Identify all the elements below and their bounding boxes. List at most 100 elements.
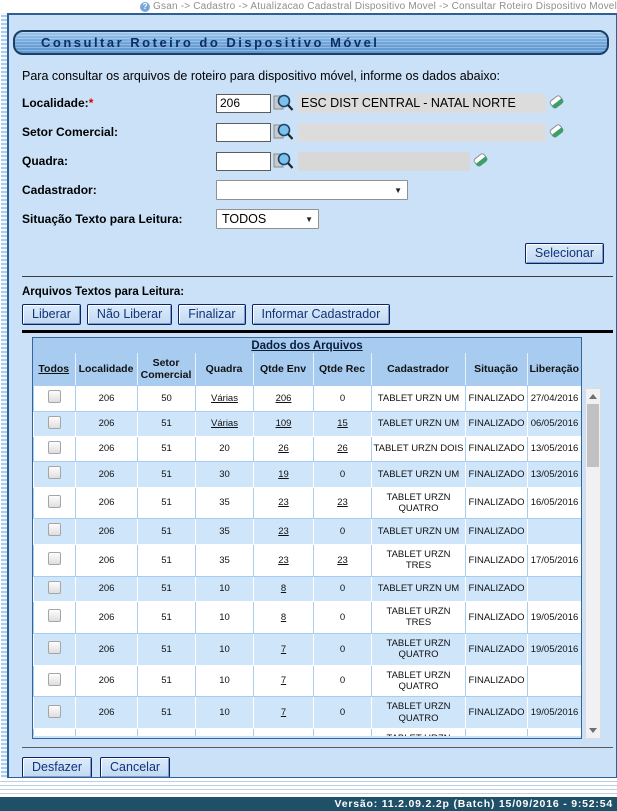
row-checkbox[interactable] bbox=[48, 609, 61, 622]
cell-qtde-env[interactable]: 206 bbox=[276, 393, 292, 404]
cancelar-button[interactable]: Cancelar bbox=[100, 757, 170, 778]
cell-quadra: 10 bbox=[219, 583, 230, 594]
cell-setor: 51 bbox=[161, 497, 172, 508]
col-cadastrador: Cadastrador bbox=[371, 353, 465, 385]
row-checkbox[interactable] bbox=[48, 416, 61, 429]
cell-setor: 51 bbox=[161, 707, 172, 718]
selecionar-button[interactable]: Selecionar bbox=[525, 243, 604, 264]
setor-clear-button[interactable] bbox=[548, 122, 565, 142]
cell-qtde-rec[interactable]: 23 bbox=[337, 555, 348, 566]
cell-cadastrador: TABLET URZN UM bbox=[378, 418, 459, 429]
cadastrador-select[interactable]: ▼ bbox=[216, 180, 408, 200]
scrollbar-up-button[interactable] bbox=[586, 389, 600, 404]
cell-qtde-env[interactable]: 7 bbox=[281, 675, 286, 686]
cell-cadastrador: TABLET URZN UM bbox=[378, 583, 459, 594]
col-todos-link[interactable]: Todos bbox=[38, 363, 69, 375]
row-checkbox[interactable] bbox=[48, 641, 61, 654]
table-header-row: Todos Localidade Setor Comercial Quadra … bbox=[33, 353, 581, 385]
cell-liberacao: 19/05/2016 bbox=[531, 612, 579, 623]
cell-localidade: 206 bbox=[99, 418, 115, 429]
table-title-link[interactable]: Dados dos Arquivos bbox=[251, 340, 362, 352]
scrollbar-thumb[interactable] bbox=[587, 404, 599, 467]
cell-situacao: FINALIZADO bbox=[469, 393, 525, 404]
setor-input[interactable] bbox=[216, 123, 271, 142]
quadra-input[interactable] bbox=[216, 152, 271, 171]
help-icon[interactable]: ? bbox=[140, 2, 150, 12]
table-row: 20651352323TABLET URZN QUATROFINALIZADO1… bbox=[34, 487, 582, 519]
col-situacao: Situação bbox=[465, 353, 527, 385]
setor-lookup-button[interactable] bbox=[273, 122, 294, 142]
quadra-lookup-button[interactable] bbox=[273, 151, 294, 171]
localidade-lookup-button[interactable] bbox=[273, 93, 294, 113]
eraser-icon bbox=[548, 122, 565, 140]
cell-quadra: 35 bbox=[219, 555, 230, 566]
separator-line bbox=[22, 276, 613, 277]
cell-qtde-env[interactable]: 19 bbox=[278, 469, 289, 480]
cell-qtde-rec[interactable]: 26 bbox=[337, 443, 348, 454]
cell-qtde-env[interactable]: 8 bbox=[281, 612, 286, 623]
row-checkbox[interactable] bbox=[48, 441, 61, 454]
cell-quadra: 20 bbox=[219, 443, 230, 454]
cell-quadra[interactable]: Várias bbox=[211, 393, 238, 404]
finalizar-button[interactable]: Finalizar bbox=[178, 304, 245, 325]
cell-qtde-env[interactable]: 7 bbox=[281, 644, 286, 655]
desfazer-button[interactable]: Desfazer bbox=[22, 757, 92, 778]
cell-situacao: FINALIZADO bbox=[469, 583, 525, 594]
cell-localidade: 206 bbox=[99, 443, 115, 454]
row-checkbox[interactable] bbox=[48, 495, 61, 508]
row-checkbox[interactable] bbox=[48, 390, 61, 403]
cell-situacao: FINALIZADO bbox=[469, 418, 525, 429]
cell-qtde-env[interactable]: 7 bbox=[281, 707, 286, 718]
table-scrollbar[interactable] bbox=[585, 388, 601, 739]
row-checkbox[interactable] bbox=[48, 581, 61, 594]
situacao-label: Situação Texto para Leitura: bbox=[22, 212, 216, 226]
cell-setor: 51 bbox=[161, 555, 172, 566]
cell-setor: 51 bbox=[161, 526, 172, 537]
table-row: 206511070TABLET URZN QUATROFINALIZADO bbox=[34, 665, 582, 697]
cell-setor: 51 bbox=[161, 443, 172, 454]
cell-cadastrador: TABLET URZN TRES bbox=[386, 549, 450, 571]
situacao-select[interactable]: TODOS ▼ bbox=[216, 209, 319, 229]
cell-qtde-rec: 0 bbox=[340, 612, 345, 623]
cell-cadastrador: TABLET URZN TRES bbox=[386, 606, 450, 628]
cell-liberacao: 13/05/2016 bbox=[531, 443, 579, 454]
bottom-separator-line bbox=[22, 747, 613, 748]
cell-qtde-env[interactable]: 23 bbox=[278, 526, 289, 537]
nao-liberar-button[interactable]: Não Liberar bbox=[87, 304, 172, 325]
cell-quadra: 35 bbox=[219, 526, 230, 537]
col-quadra: Quadra bbox=[195, 353, 253, 385]
row-checkbox[interactable] bbox=[48, 552, 61, 565]
scrollbar-down-button[interactable] bbox=[586, 723, 600, 738]
col-qtde-env: Qtde Env bbox=[253, 353, 313, 385]
cell-qtde-rec[interactable]: 15 bbox=[337, 418, 348, 429]
cell-qtde-env[interactable]: 26 bbox=[278, 443, 289, 454]
liberar-button[interactable]: Liberar bbox=[22, 304, 81, 325]
arquivos-table: Dados dos Arquivos Todos Localidade Seto… bbox=[33, 338, 581, 385]
table-row: 206511070TABLET URZN QUATROFINALIZADO bbox=[34, 729, 582, 736]
table-row: 206511080TABLET URZN UMFINALIZADO bbox=[34, 576, 582, 601]
footer-decorative-stripes bbox=[0, 778, 617, 797]
intro-text: Para consultar os arquivos de roteiro pa… bbox=[22, 69, 616, 83]
cell-qtde-env[interactable]: 109 bbox=[276, 418, 292, 429]
informar-cadastrador-button[interactable]: Informar Cadastrador bbox=[252, 304, 391, 325]
quadra-clear-button[interactable] bbox=[472, 151, 489, 171]
cell-qtde-rec[interactable]: 23 bbox=[337, 497, 348, 508]
cell-quadra: 10 bbox=[219, 644, 230, 655]
scrollbar-track[interactable] bbox=[586, 404, 600, 723]
row-checkbox[interactable] bbox=[48, 466, 61, 479]
cell-cadastrador: TABLET URZN UM bbox=[378, 469, 459, 480]
cell-qtde-env[interactable]: 23 bbox=[278, 497, 289, 508]
situacao-selected-value: TODOS bbox=[222, 212, 266, 226]
cell-qtde-env[interactable]: 8 bbox=[281, 583, 286, 594]
cell-quadra[interactable]: Várias bbox=[211, 418, 238, 429]
localidade-input[interactable] bbox=[216, 94, 271, 113]
form-row-quadra: Quadra: bbox=[22, 151, 616, 171]
table-row: 2065135230TABLET URZN UMFINALIZADO bbox=[34, 519, 582, 544]
row-checkbox[interactable] bbox=[48, 523, 61, 536]
row-checkbox[interactable] bbox=[48, 705, 61, 718]
row-checkbox[interactable] bbox=[48, 673, 61, 686]
cell-qtde-env[interactable]: 23 bbox=[278, 555, 289, 566]
quadra-label: Quadra: bbox=[22, 154, 216, 168]
cell-situacao: FINALIZADO bbox=[469, 526, 525, 537]
localidade-clear-button[interactable] bbox=[548, 93, 565, 113]
